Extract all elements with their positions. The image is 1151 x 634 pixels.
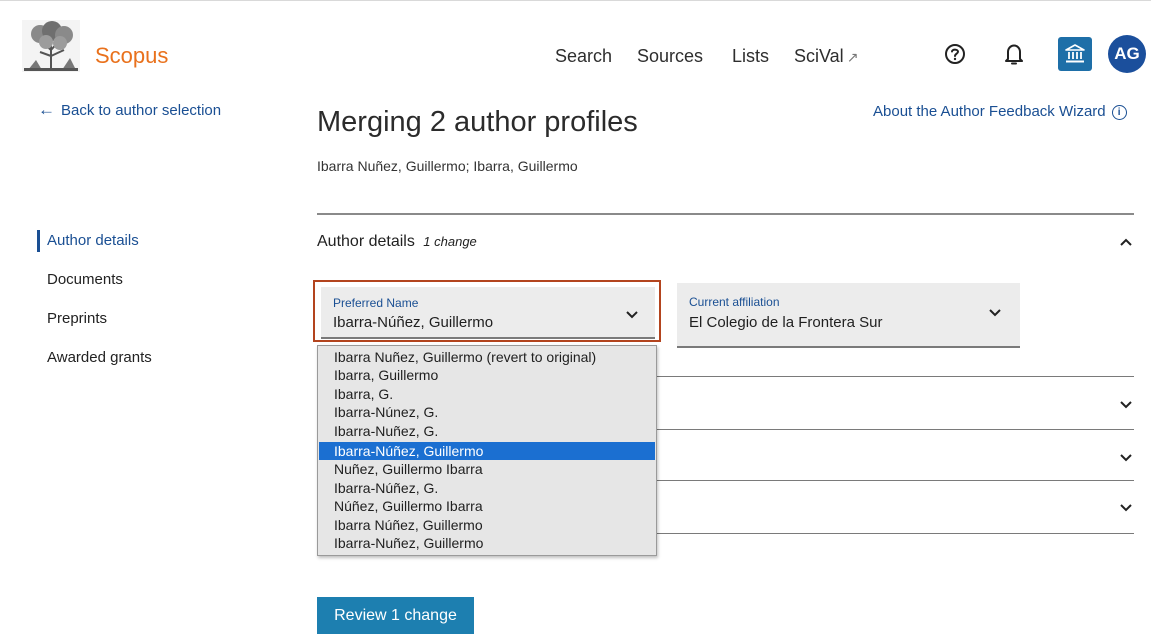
about-link-label: About the Author Feedback Wizard (873, 103, 1106, 120)
name-option-selected[interactable]: Ibarra-Núñez, Guillermo (319, 442, 655, 460)
sidebar-item-documents[interactable]: Documents (47, 271, 123, 288)
arrow-left-icon: ← (38, 100, 55, 119)
nav-sources[interactable]: Sources (637, 46, 703, 67)
nav-lists[interactable]: Lists (732, 46, 769, 67)
help-icon[interactable] (944, 43, 966, 65)
name-option[interactable]: Ibarra, G. (319, 385, 655, 403)
active-indicator (37, 230, 40, 252)
current-affiliation-label: Current affiliation (689, 295, 780, 309)
current-affiliation-value: El Colegio de la Frontera Sur (689, 314, 883, 331)
chevron-down-icon[interactable] (1119, 502, 1133, 512)
author-details-section-header[interactable]: Author details 1 change (317, 233, 477, 251)
chevron-up-icon[interactable] (1119, 237, 1133, 247)
avatar[interactable]: AG (1108, 35, 1146, 73)
external-link-icon: ↗ (846, 49, 859, 65)
back-link-label: Back to author selection (61, 102, 222, 119)
sidebar-item-awarded-grants[interactable]: Awarded grants (47, 349, 152, 366)
section-title: Author details (317, 233, 415, 250)
preferred-name-select[interactable]: Preferred Name Ibarra-Núñez, Guillermo (321, 287, 655, 339)
chevron-down-icon (626, 311, 638, 319)
elsevier-tree-logo[interactable] (22, 20, 80, 72)
name-option[interactable]: Ibarra-Nuñez, G. (319, 422, 655, 440)
merged-profiles-names: Ibarra Nuñez, Guillermo; Ibarra, Guiller… (317, 158, 578, 174)
name-option[interactable]: Ibarra, Guillermo (319, 366, 655, 384)
review-changes-button[interactable]: Review 1 change (317, 597, 474, 634)
institution-button[interactable] (1058, 37, 1092, 71)
institution-icon (1065, 44, 1085, 63)
chevron-down-icon[interactable] (1119, 452, 1133, 462)
top-border (0, 0, 1151, 1)
chevron-down-icon[interactable] (1119, 399, 1133, 409)
current-affiliation-select[interactable]: Current affiliation El Colegio de la Fro… (677, 283, 1020, 348)
nav-search[interactable]: Search (555, 46, 612, 67)
brand-name[interactable]: Scopus (95, 43, 168, 69)
name-option[interactable]: Núñez, Guillermo Ibarra (319, 497, 655, 515)
name-option[interactable]: Ibarra-Núñez, G. (319, 479, 655, 497)
nav-scival[interactable]: SciVal ↗ (794, 46, 858, 67)
sidebar-item-preprints[interactable]: Preprints (47, 310, 107, 327)
sidebar-item-author-details[interactable]: Author details (47, 232, 139, 249)
info-icon: i (1111, 105, 1127, 120)
name-option[interactable]: Ibarra Nuñez, Guillermo (revert to origi… (319, 348, 655, 366)
name-option[interactable]: Ibarra Núñez, Guillermo (319, 516, 655, 534)
page-title: Merging 2 author profiles (317, 106, 638, 138)
back-to-author-selection-link[interactable]: ← Back to author selection (38, 100, 221, 120)
preferred-name-value: Ibarra-Núñez, Guillermo (333, 314, 494, 331)
name-option[interactable]: Nuñez, Guillermo Ibarra (319, 460, 655, 478)
section-divider (317, 213, 1134, 215)
bell-icon[interactable] (1003, 42, 1025, 66)
nav-scival-label: SciVal (794, 46, 844, 66)
change-count-note: 1 change (423, 234, 477, 249)
name-option[interactable]: Ibarra-Núnez, G. (319, 403, 655, 421)
preferred-name-options: Ibarra Nuñez, Guillermo (revert to origi… (317, 345, 657, 556)
about-author-feedback-wizard-link[interactable]: About the Author Feedback Wizard i (873, 103, 1127, 120)
preferred-name-label: Preferred Name (333, 296, 419, 310)
name-option[interactable]: Ibarra-Nuñez, Guillermo (319, 534, 655, 552)
chevron-down-icon (989, 309, 1001, 317)
